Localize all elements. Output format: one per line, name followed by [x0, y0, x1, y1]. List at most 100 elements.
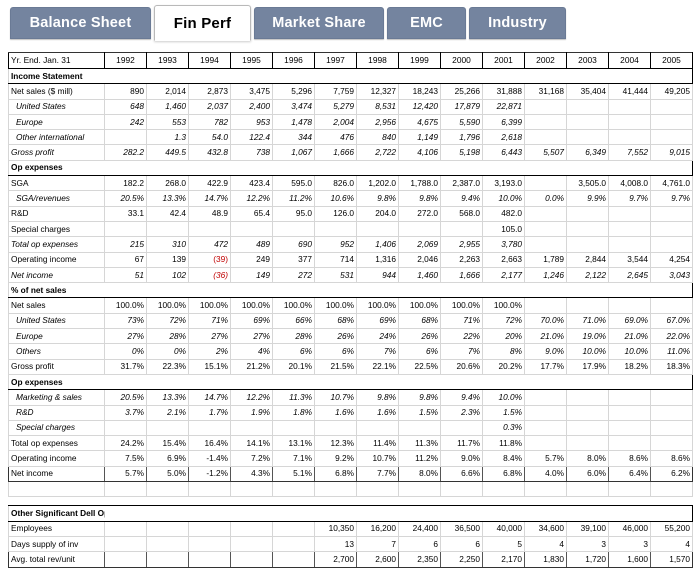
year-header-cell: 1997: [314, 52, 357, 69]
data-cell: 11.3%: [272, 389, 315, 406]
data-cell: 3,474: [272, 99, 315, 115]
data-cell: [398, 420, 441, 437]
data-cell: 476: [314, 129, 357, 146]
data-cell: 7.7%: [356, 465, 399, 483]
year-header-cell: 1996: [272, 52, 315, 69]
data-cell: [356, 420, 399, 437]
data-cell: 24,400: [398, 521, 441, 537]
data-cell: [104, 129, 147, 146]
table-row: Gross profit 31.7% 22.3% 15.1% 21.2% 20.1% 21.…: [8, 359, 693, 375]
data-cell: 4,254: [650, 252, 693, 268]
tab-industry[interactable]: Industry: [469, 7, 566, 39]
data-cell: 17.9%: [566, 359, 609, 375]
table-header-row: Yr. End. Jan. 31 1992 1993 1994 1995 1996 1997…: [8, 52, 693, 69]
tab-market-share[interactable]: Market Share: [254, 7, 384, 39]
section-header-row: Other Significant Dell Operating Statist…: [8, 505, 693, 522]
data-cell: 9.8%: [398, 190, 441, 207]
table-cell: [608, 481, 651, 498]
table-cell: [440, 159, 483, 177]
data-cell: 3,043: [650, 267, 693, 284]
data-cell: [524, 420, 567, 437]
data-cell: 7: [356, 536, 399, 553]
row-label: Net sales ($ mill): [8, 83, 105, 100]
data-cell: [650, 389, 693, 406]
data-cell: 15.1%: [188, 359, 231, 375]
data-cell: 100.0%: [230, 297, 273, 314]
data-cell: 215: [104, 236, 147, 253]
data-cell: (36): [188, 267, 231, 284]
table-row: Operating income 67 139 (39) 249 377 714 1,316 2…: [8, 252, 693, 268]
year-header-cell: 1994: [188, 52, 231, 69]
tab-balance-sheet[interactable]: Balance Sheet: [10, 7, 151, 39]
data-cell: 9.2%: [314, 450, 357, 467]
data-cell: 242: [104, 114, 147, 131]
table-row: Operating income 7.5% 6.9% -1.4% 7.2% 7.1% 9.2…: [8, 450, 693, 467]
data-cell: 6,399: [482, 114, 525, 131]
year-header-cell: 1992: [104, 52, 147, 69]
data-cell: 9.8%: [398, 389, 441, 406]
table-cell: [188, 505, 231, 522]
data-cell: [524, 175, 567, 192]
data-cell: 432.8: [188, 144, 231, 161]
table-cell: [608, 373, 651, 391]
year-header-cell: 2004: [608, 52, 651, 69]
data-cell: 1,460: [398, 267, 441, 284]
table-cell: [230, 505, 273, 522]
row-gap: [9, 497, 693, 506]
data-cell: [608, 114, 651, 131]
data-cell: [608, 420, 651, 437]
tab-bar: Balance Sheet Fin Perf Market Share EMC Indu…: [0, 0, 700, 46]
row-label: United States: [8, 99, 105, 115]
data-cell: 6,443: [482, 144, 525, 161]
tab-emc[interactable]: EMC: [387, 7, 466, 39]
data-cell: 11.2%: [398, 450, 441, 467]
row-label: Other international: [8, 129, 105, 146]
data-cell: 8.4%: [482, 450, 525, 467]
data-cell: [188, 536, 231, 553]
data-cell: 2,956: [356, 114, 399, 131]
data-cell: [608, 206, 651, 222]
data-cell: 1,067: [272, 144, 315, 161]
data-cell: 1,246: [524, 267, 567, 284]
data-cell: 54.0: [188, 129, 231, 146]
data-cell: [608, 389, 651, 406]
data-cell: 21.5%: [314, 359, 357, 375]
data-cell: 46,000: [608, 521, 651, 537]
table-cell: [398, 481, 441, 498]
data-cell: 2,004: [314, 114, 357, 131]
data-cell: 1.8%: [272, 405, 315, 421]
row-label: Operating income: [8, 252, 105, 268]
data-cell: 9.8%: [356, 190, 399, 207]
table-cell: [272, 373, 315, 391]
data-cell: 1,796: [440, 129, 483, 146]
table-cell: [104, 505, 147, 522]
data-cell: 10,350: [314, 521, 357, 537]
table-cell: [356, 373, 399, 391]
data-cell: [104, 521, 147, 537]
table-cell: [482, 67, 525, 85]
year-header-cell: 1995: [230, 52, 273, 69]
data-cell: 17.7%: [524, 359, 567, 375]
data-cell: [524, 206, 567, 222]
data-cell: 14.1%: [230, 435, 273, 452]
data-cell: 2,250: [440, 551, 483, 568]
table-cell: [146, 373, 189, 391]
data-cell: 10.0%: [482, 389, 525, 406]
data-cell: 71%: [188, 313, 231, 330]
row-label: Gross profit: [8, 144, 105, 161]
data-cell: 2,177: [482, 267, 525, 284]
table-row: Employees 10,350 16,200 24,400 36,500 40,000 3…: [8, 521, 693, 537]
table-row: Net sales ($ mill) 890 2,014 2,873 3,475 5,29…: [8, 83, 693, 100]
data-cell: 9.4%: [440, 389, 483, 406]
data-cell: 1.6%: [356, 405, 399, 421]
section-header-row: Op expenses: [8, 159, 693, 177]
tab-fin-perf[interactable]: Fin Perf: [154, 5, 251, 41]
row-label: Operating income: [8, 450, 105, 467]
data-cell: [608, 405, 651, 421]
data-cell: 9.8%: [356, 389, 399, 406]
data-cell: [566, 114, 609, 131]
data-cell: 7.1%: [272, 450, 315, 467]
data-cell: [608, 435, 651, 452]
data-cell: 6: [398, 536, 441, 553]
year-header-cell: 1993: [146, 52, 189, 69]
